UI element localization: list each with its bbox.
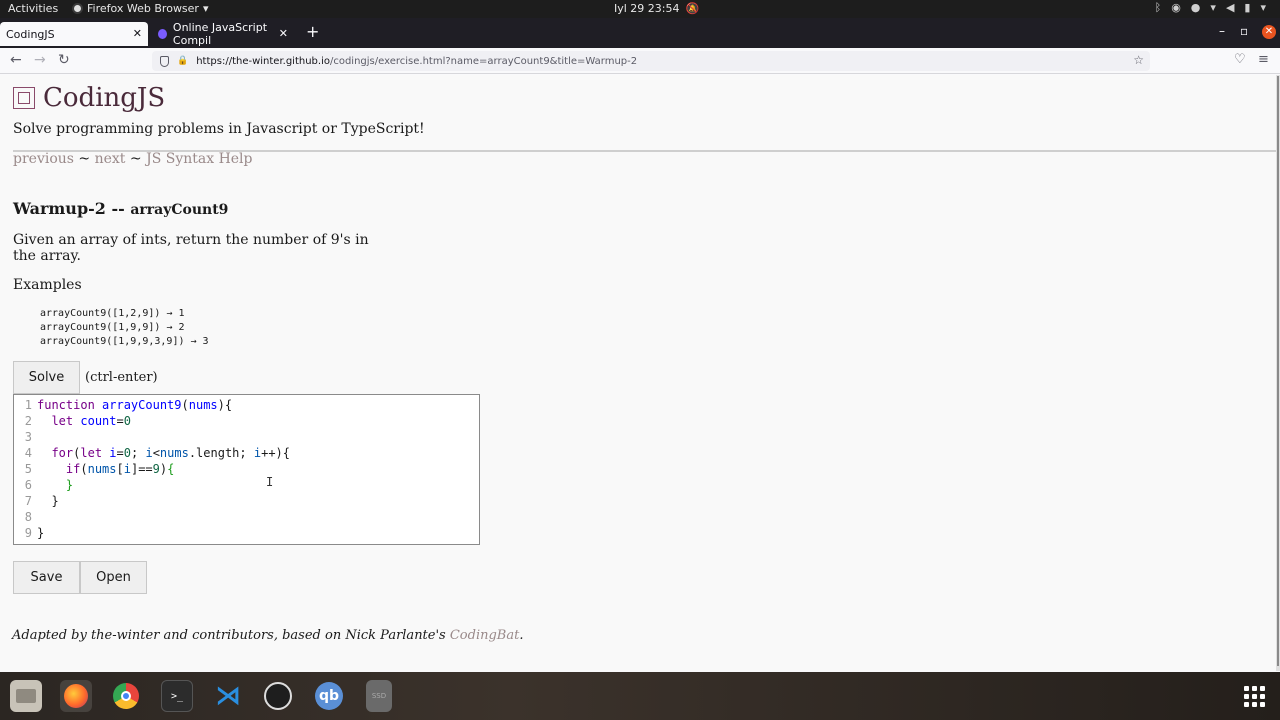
new-tab-icon[interactable]: + xyxy=(306,22,319,41)
activities-button[interactable]: Activities xyxy=(8,2,58,15)
lock-icon[interactable]: 🔒 xyxy=(177,56,188,66)
bookmark-star-icon[interactable]: ☆ xyxy=(1133,53,1144,67)
clock-label: Iyl 29 23:54 xyxy=(614,2,680,15)
tagline: Solve programming problems in Javascript… xyxy=(13,121,425,137)
example-line: arrayCount9([1,9,9,3,9]) → 3 xyxy=(40,336,209,347)
codingbat-link[interactable]: CodingBat xyxy=(450,628,519,643)
footer-text: Adapted by the-winter and contributors, … xyxy=(12,628,450,643)
url-host: https://the-winter.github.io xyxy=(196,55,330,67)
tab-codingjs[interactable]: CodingJS ✕ xyxy=(0,22,148,46)
save-button[interactable]: Save xyxy=(13,561,80,594)
terminal-icon[interactable]: >_ xyxy=(161,680,193,712)
example-line: arrayCount9([1,2,9]) → 1 xyxy=(40,308,185,319)
examples-heading: Examples xyxy=(13,277,82,293)
clock[interactable]: Iyl 29 23:54 🔕 xyxy=(614,2,699,15)
pocket-icon[interactable]: ♡ xyxy=(1234,52,1246,67)
tab-label: Online JavaScript Compil xyxy=(172,21,268,47)
hamburger-menu-icon[interactable]: ≡ xyxy=(1258,52,1269,67)
nav-separator: ~ xyxy=(125,151,147,167)
forward-arrow-icon[interactable]: → xyxy=(34,52,46,68)
site-header: CodingJS xyxy=(13,83,165,113)
code-line[interactable]: for(let i=0; i<nums.length; i++){ xyxy=(37,446,290,460)
example-line: arrayCount9([1,9,9]) → 2 xyxy=(40,322,185,333)
tracking-shield-icon[interactable] xyxy=(160,55,169,67)
line-number: 3 xyxy=(24,430,32,444)
url-path: /codingjs/exercise.html?name=arrayCount9… xyxy=(329,55,638,67)
code-line[interactable]: } xyxy=(37,526,44,540)
close-icon[interactable]: ✕ xyxy=(279,27,288,40)
code-line[interactable]: } xyxy=(37,478,73,492)
code-line[interactable]: let count=0 xyxy=(37,414,131,428)
line-number: 5 xyxy=(24,462,32,476)
wifi-icon: ▾ xyxy=(1210,1,1216,14)
url-text[interactable]: https://the-winter.github.io/codingjs/ex… xyxy=(196,56,637,67)
line-number: 7 xyxy=(24,494,32,508)
notifications-off-icon: 🔕 xyxy=(685,2,700,15)
chrome-icon[interactable] xyxy=(110,680,142,712)
battery-icon: ▮ xyxy=(1244,1,1251,14)
firefox-icon[interactable] xyxy=(60,680,92,712)
code-line[interactable]: } xyxy=(37,494,58,508)
previous-link[interactable]: previous xyxy=(13,151,74,167)
firefox-icon xyxy=(72,3,83,14)
line-number: 4 xyxy=(24,446,32,460)
problem-description: Given an array of ints, return the numbe… xyxy=(13,232,369,264)
app-menu[interactable]: Firefox Web Browser ▾ xyxy=(72,2,209,15)
qbittorrent-icon[interactable]: qb xyxy=(313,680,345,712)
address-bar[interactable]: 🔒 https://the-winter.github.io/codingjs/… xyxy=(152,51,1150,71)
open-button[interactable]: Open xyxy=(80,561,147,594)
bluetooth-icon: ᛒ xyxy=(1154,1,1162,14)
obs-tray-icon: ◉ xyxy=(1171,1,1181,14)
line-number: 8 xyxy=(24,510,32,524)
line-number: 9 xyxy=(24,526,32,540)
line-number: 1 xyxy=(24,398,32,412)
window-close-icon[interactable]: ✕ xyxy=(1262,25,1276,39)
code-editor[interactable]: 1 function arrayCount9(nums){ 2 let count… xyxy=(13,394,480,545)
app-menu-label: Firefox Web Browser xyxy=(87,2,199,15)
app-tray-icon: ● xyxy=(1190,1,1201,14)
chevron-down-icon: ▾ xyxy=(202,2,209,15)
examples-list: arrayCount9([1,2,9]) → 1 arrayCount9([1,… xyxy=(40,307,209,349)
solve-button[interactable]: Solve xyxy=(13,361,80,394)
back-arrow-icon[interactable]: ← xyxy=(10,52,22,68)
tab-online-js-compiler[interactable]: Online JavaScript Compil ✕ xyxy=(152,21,294,47)
show-applications-icon[interactable] xyxy=(1244,686,1266,708)
minimize-icon[interactable]: – xyxy=(1219,24,1225,38)
problem-title: Warmup-2 -- arrayCount9 xyxy=(13,199,228,218)
power-menu-icon: ▾ xyxy=(1260,1,1266,14)
drive-icon[interactable]: SSD xyxy=(366,680,392,712)
footer-end: . xyxy=(519,628,524,643)
files-icon[interactable] xyxy=(10,680,42,712)
obs-icon[interactable] xyxy=(262,680,294,712)
line-number: 2 xyxy=(24,414,32,428)
close-icon[interactable]: ✕ xyxy=(133,27,142,40)
site-title: CodingJS xyxy=(43,83,166,113)
system-top-bar: Activities Firefox Web Browser ▾ Iyl 29 … xyxy=(0,0,1280,18)
reload-icon[interactable]: ↻ xyxy=(58,52,70,68)
footer-credit: Adapted by the-winter and contributors, … xyxy=(12,628,523,643)
dock: >_ ⋊ qb SSD xyxy=(0,672,1280,720)
restore-icon[interactable]: ▫ xyxy=(1240,24,1248,38)
favicon-icon xyxy=(158,29,167,39)
codingjs-logo-icon xyxy=(13,87,35,109)
tab-bar: CodingJS ✕ Online JavaScript Compil ✕ xyxy=(0,18,1280,48)
problem-name: arrayCount9 xyxy=(130,202,229,218)
text-cursor-icon: I xyxy=(266,475,274,489)
problem-nav: previous ~ next ~ JS Syntax Help xyxy=(13,151,253,167)
problem-category: Warmup-2 -- xyxy=(13,199,131,218)
scrollbar-thumb[interactable] xyxy=(1277,76,1279,666)
next-link[interactable]: next xyxy=(95,151,126,167)
code-line[interactable]: if(nums[i]==9){ xyxy=(37,462,174,476)
vscode-icon[interactable]: ⋊ xyxy=(212,680,244,712)
nav-separator: ~ xyxy=(73,151,95,167)
syntax-help-link[interactable]: JS Syntax Help xyxy=(146,151,252,167)
tab-label: CodingJS xyxy=(6,27,55,41)
navigation-toolbar: ← → ↻ 🔒 https://the-winter.github.io/cod… xyxy=(0,48,1280,74)
page-content: CodingJS Solve programming problems in J… xyxy=(0,75,1276,671)
volume-icon: ◀ xyxy=(1225,1,1235,14)
line-number: 6 xyxy=(24,478,32,492)
code-line[interactable]: function arrayCount9(nums){ xyxy=(37,398,232,412)
system-tray[interactable]: ᛒ ◉ ● ▾ ◀ ▮ ▾ xyxy=(1155,1,1266,14)
solve-shortcut-hint: (ctrl-enter) xyxy=(85,370,158,385)
